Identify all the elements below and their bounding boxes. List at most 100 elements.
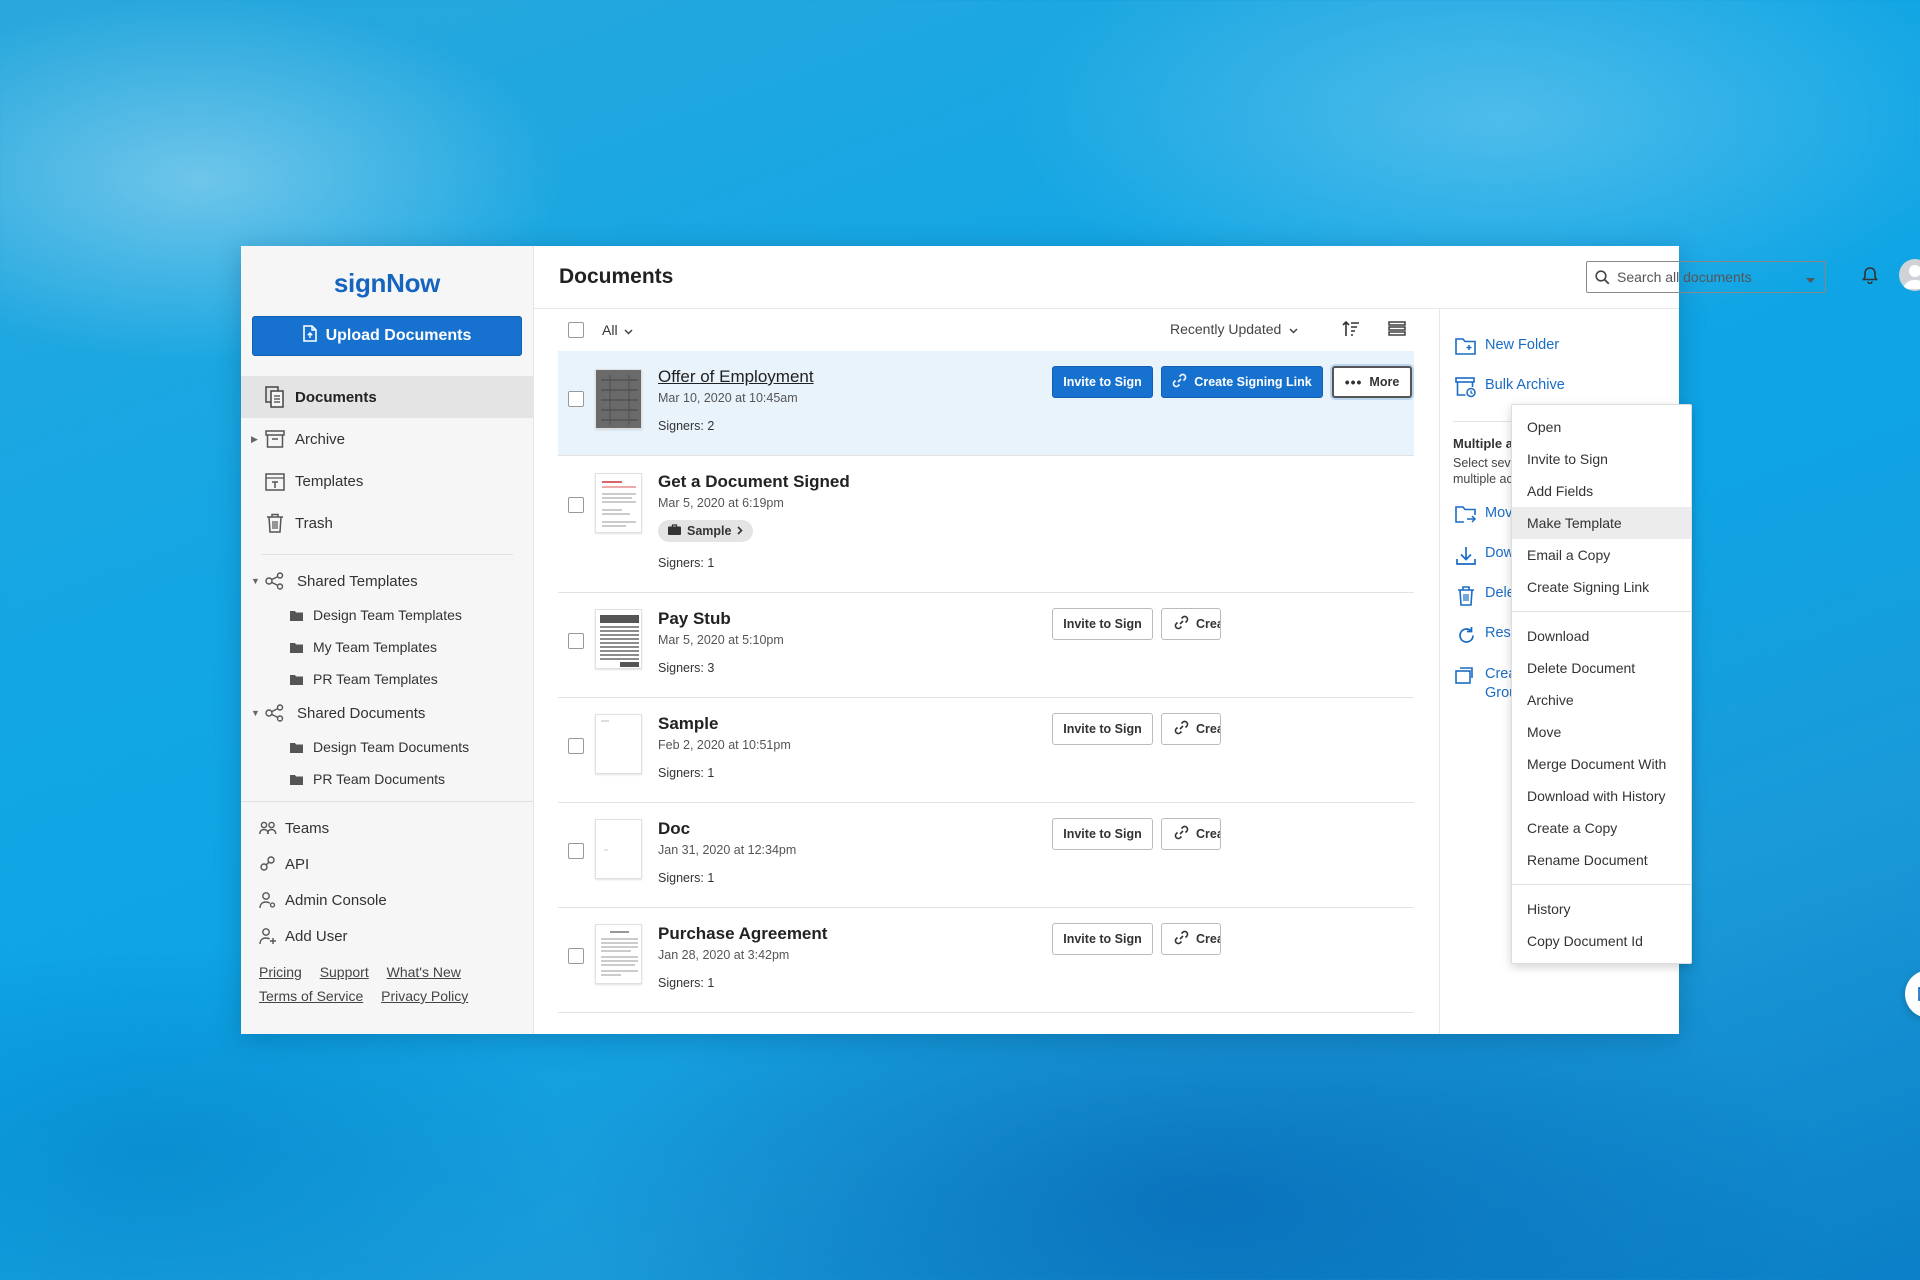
create-signing-link-label: Creat bbox=[1196, 932, 1220, 946]
menu-item-download-with-history[interactable]: Download with History bbox=[1512, 780, 1691, 812]
trash-icon bbox=[265, 513, 285, 533]
folder-item[interactable]: My Team Templates bbox=[241, 631, 533, 663]
nav-teams[interactable]: Teams bbox=[241, 810, 533, 846]
terms-link[interactable]: Terms of Service bbox=[259, 988, 363, 1004]
admin-icon bbox=[259, 891, 277, 909]
menu-item-delete-document[interactable]: Delete Document bbox=[1512, 652, 1691, 684]
avatar[interactable] bbox=[1899, 259, 1920, 291]
folder-label: PR Team Templates bbox=[313, 671, 438, 687]
templates-icon bbox=[265, 471, 285, 491]
menu-item-open[interactable]: Open bbox=[1512, 411, 1691, 443]
document-group-icon bbox=[1453, 665, 1479, 685]
nav-trash[interactable]: Trash bbox=[241, 502, 533, 544]
menu-item-email-a-copy[interactable]: Email a Copy bbox=[1512, 539, 1691, 571]
table-row[interactable]: Get a Document Signed Mar 5, 2020 at 6:1… bbox=[558, 456, 1414, 593]
folder-icon bbox=[290, 774, 303, 785]
create-signing-link-button[interactable]: Creat bbox=[1161, 608, 1221, 640]
invite-to-sign-button[interactable]: Invite to Sign bbox=[1052, 818, 1153, 850]
sort-dropdown[interactable]: Recently Updated bbox=[1170, 321, 1298, 337]
folder-item[interactable]: Design Team Templates bbox=[241, 599, 533, 631]
table-row[interactable]: Offer of Employment Mar 10, 2020 at 10:4… bbox=[558, 351, 1414, 456]
menu-item-create-signing-link[interactable]: Create Signing Link bbox=[1512, 571, 1691, 603]
divider bbox=[261, 554, 513, 555]
row-checkbox[interactable] bbox=[568, 391, 584, 407]
select-all-checkbox[interactable] bbox=[568, 322, 584, 338]
nav-documents[interactable]: Documents bbox=[241, 376, 533, 418]
folder-item[interactable]: PR Team Templates bbox=[241, 663, 533, 695]
sample-tag[interactable]: Sample bbox=[658, 520, 754, 542]
expand-caret-icon[interactable]: ▶ bbox=[251, 434, 258, 445]
pricing-link[interactable]: Pricing bbox=[259, 964, 302, 980]
nav-api[interactable]: API bbox=[241, 846, 533, 882]
table-row[interactable]: Sample Feb 2, 2020 at 10:51pm Signers: 1… bbox=[558, 698, 1414, 803]
create-signing-link-button[interactable]: Creat bbox=[1161, 923, 1221, 955]
row-checkbox[interactable] bbox=[568, 948, 584, 964]
nav-add-user[interactable]: Add User bbox=[241, 918, 533, 954]
link-icon bbox=[1174, 615, 1189, 633]
create-signing-link-button[interactable]: Create Signing Link bbox=[1161, 366, 1323, 398]
create-signing-link-button[interactable]: Creat bbox=[1161, 713, 1221, 745]
sort-order-icon[interactable] bbox=[1342, 320, 1360, 343]
bulk-archive-button[interactable]: Bulk Archive bbox=[1453, 369, 1669, 409]
menu-item-invite-to-sign[interactable]: Invite to Sign bbox=[1512, 443, 1691, 475]
menu-item-copy-document-id[interactable]: Copy Document Id bbox=[1512, 925, 1691, 957]
table-row[interactable]: Purchase Agreement Jan 28, 2020 at 3:42p… bbox=[558, 908, 1414, 1013]
document-rows: Offer of Employment Mar 10, 2020 at 10:4… bbox=[558, 351, 1414, 1013]
invite-to-sign-button[interactable]: Invite to Sign bbox=[1052, 366, 1153, 398]
footer-links: Pricing Support What's New Terms of Serv… bbox=[241, 960, 533, 1008]
chat-button[interactable] bbox=[1905, 970, 1920, 1018]
menu-item-add-fields[interactable]: Add Fields bbox=[1512, 475, 1691, 507]
document-name[interactable]: Purchase Agreement bbox=[658, 924, 827, 944]
folder-item[interactable]: PR Team Documents bbox=[241, 763, 533, 795]
document-name[interactable]: Doc bbox=[658, 819, 690, 839]
move-icon bbox=[1453, 505, 1479, 524]
list-view-icon[interactable] bbox=[1388, 321, 1406, 341]
folder-icon bbox=[290, 674, 303, 685]
table-row[interactable]: Doc Jan 31, 2020 at 12:34pm Signers: 1 I… bbox=[558, 803, 1414, 908]
invite-to-sign-button[interactable]: Invite to Sign bbox=[1052, 608, 1153, 640]
nav-templates[interactable]: Templates bbox=[241, 460, 533, 502]
menu-item-download[interactable]: Download bbox=[1512, 620, 1691, 652]
shared-templates-group[interactable]: ▼ Shared Templates bbox=[241, 563, 533, 599]
filter-dropdown[interactable]: All bbox=[602, 322, 633, 338]
bell-icon[interactable] bbox=[1862, 266, 1878, 289]
collapse-caret-icon[interactable]: ▼ bbox=[251, 576, 260, 586]
row-checkbox[interactable] bbox=[568, 633, 584, 649]
collapse-caret-icon[interactable]: ▼ bbox=[251, 708, 260, 718]
invite-to-sign-button[interactable]: Invite to Sign bbox=[1052, 713, 1153, 745]
menu-item-history[interactable]: History bbox=[1512, 893, 1691, 925]
new-folder-label: New Folder bbox=[1485, 337, 1560, 353]
row-checkbox[interactable] bbox=[568, 843, 584, 859]
document-name[interactable]: Pay Stub bbox=[658, 609, 731, 629]
menu-item-create-a-copy[interactable]: Create a Copy bbox=[1512, 812, 1691, 844]
table-row[interactable]: Pay Stub Mar 5, 2020 at 5:10pm Signers: … bbox=[558, 593, 1414, 698]
support-link[interactable]: Support bbox=[320, 964, 369, 980]
whats-new-link[interactable]: What's New bbox=[387, 964, 461, 980]
create-signing-link-label: Create Signing Link bbox=[1194, 375, 1312, 389]
more-button[interactable]: ••• More bbox=[1332, 366, 1412, 398]
create-signing-link-button[interactable]: Creat bbox=[1161, 818, 1221, 850]
document-name-link[interactable]: Offer of Employment bbox=[658, 367, 814, 387]
row-checkbox[interactable] bbox=[568, 497, 584, 513]
chevron-down-icon[interactable] bbox=[1806, 271, 1815, 287]
upload-documents-button[interactable]: Upload Documents bbox=[252, 316, 522, 356]
new-folder-button[interactable]: New Folder bbox=[1453, 329, 1669, 369]
privacy-link[interactable]: Privacy Policy bbox=[381, 988, 468, 1004]
folder-icon bbox=[290, 610, 303, 621]
menu-item-make-template[interactable]: Make Template bbox=[1512, 507, 1691, 539]
search-input[interactable]: Search all documents bbox=[1586, 261, 1826, 293]
documents-icon bbox=[265, 386, 285, 408]
shared-documents-group[interactable]: ▼ Shared Documents bbox=[241, 695, 533, 731]
menu-item-archive[interactable]: Archive bbox=[1512, 684, 1691, 716]
nav-archive[interactable]: ▶ Archive bbox=[241, 418, 533, 460]
nav-admin-console[interactable]: Admin Console bbox=[241, 882, 533, 918]
divider bbox=[241, 801, 533, 802]
document-name[interactable]: Sample bbox=[658, 714, 718, 734]
document-name[interactable]: Get a Document Signed bbox=[658, 472, 850, 492]
invite-to-sign-button[interactable]: Invite to Sign bbox=[1052, 923, 1153, 955]
menu-item-rename-document[interactable]: Rename Document bbox=[1512, 844, 1691, 876]
folder-item[interactable]: Design Team Documents bbox=[241, 731, 533, 763]
menu-item-move[interactable]: Move bbox=[1512, 716, 1691, 748]
menu-item-merge-document-with[interactable]: Merge Document With bbox=[1512, 748, 1691, 780]
row-checkbox[interactable] bbox=[568, 738, 584, 754]
